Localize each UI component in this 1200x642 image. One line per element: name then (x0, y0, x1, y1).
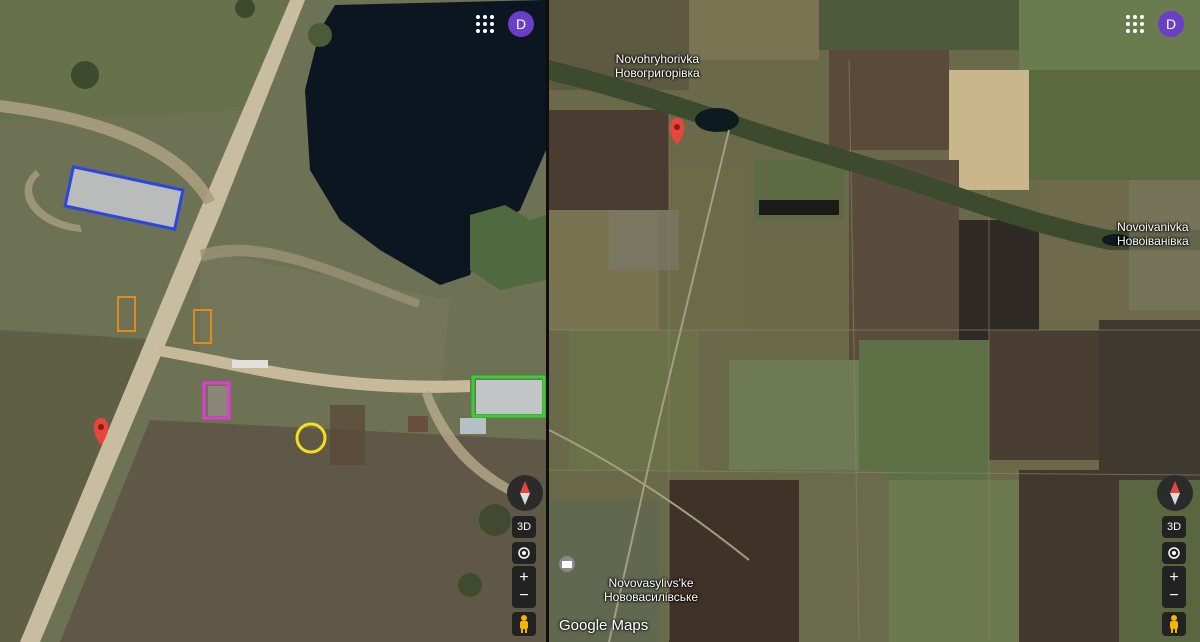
zoom-out-button[interactable]: − (519, 587, 528, 605)
place-label-novohryhorivka[interactable]: Novohryhorivka Новогригорівка (615, 52, 700, 80)
right-satellite-map[interactable]: Novohryhorivka Новогригорівка Novoivaniv… (549, 0, 1200, 642)
zoom-in-button[interactable]: + (519, 569, 528, 587)
place-label-novoivanivka[interactable]: Novoivanivka Новоіванівка (1117, 220, 1189, 248)
right-map-imagery (549, 0, 1200, 642)
3d-toggle-button[interactable]: 3D (1162, 516, 1186, 538)
apps-grid-icon[interactable] (476, 15, 494, 33)
place-label-novovasylivske[interactable]: Novovasylivs'ke Нововасилівське (604, 576, 698, 604)
locate-icon[interactable] (1162, 542, 1186, 564)
left-satellite-map[interactable]: D 3D + − (0, 0, 546, 642)
pegman-icon[interactable] (512, 612, 536, 636)
compass-icon[interactable] (507, 475, 543, 511)
compass-icon[interactable] (1157, 475, 1193, 511)
zoom-controls: + − (512, 566, 536, 608)
locate-icon[interactable] (512, 542, 536, 564)
google-maps-logo: Google Maps (559, 617, 649, 634)
zoom-in-button[interactable]: + (1169, 569, 1178, 587)
zoom-controls: + − (1162, 566, 1186, 608)
zoom-out-button[interactable]: − (1169, 587, 1178, 605)
3d-toggle-button[interactable]: 3D (512, 516, 536, 538)
place-poi-icon[interactable] (559, 556, 575, 572)
avatar[interactable]: D (508, 11, 534, 37)
avatar[interactable]: D (1158, 11, 1184, 37)
pegman-icon[interactable] (1162, 612, 1186, 636)
apps-grid-icon[interactable] (1126, 15, 1144, 33)
left-map-imagery (0, 0, 546, 642)
